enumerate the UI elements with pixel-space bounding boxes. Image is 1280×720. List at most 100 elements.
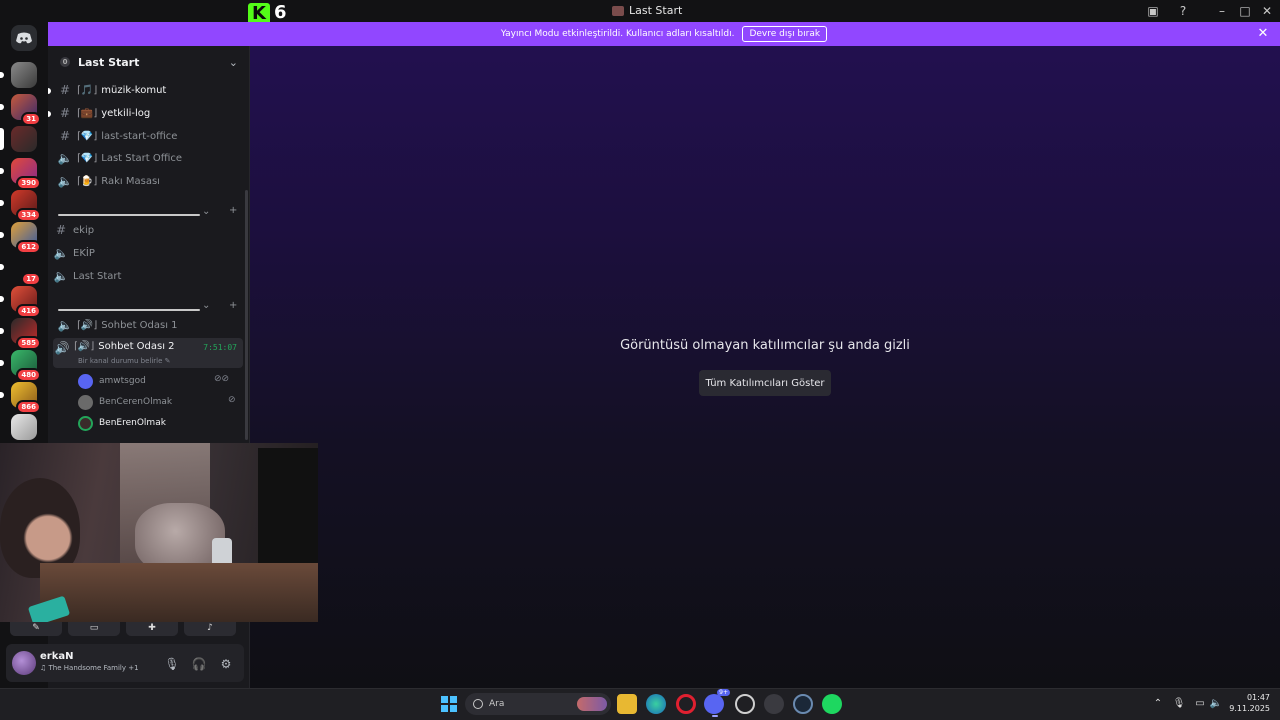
- microphone-tray-icon[interactable]: 🎙: [1172, 697, 1186, 711]
- help-icon[interactable]: ?: [1175, 3, 1191, 19]
- voice-user[interactable]: amwtsgod: [78, 372, 146, 390]
- taskbar-search[interactable]: Ara: [465, 693, 611, 715]
- chevron-down-icon: ⌄: [228, 55, 238, 69]
- server-icon[interactable]: 416: [11, 286, 41, 318]
- banner-text: Yayıncı Modu etkinleştirildi. Kullanıcı …: [500, 29, 735, 39]
- server-icon[interactable]: 585: [11, 318, 41, 350]
- server-icon-last-start[interactable]: [11, 126, 37, 152]
- avatar[interactable]: [12, 651, 36, 675]
- voice-user[interactable]: BenCerenOlmak: [78, 393, 172, 411]
- disable-streamer-mode-button[interactable]: Devre dışı bırak: [742, 26, 828, 42]
- channel-ekip[interactable]: # ekip: [52, 220, 242, 240]
- spotify-icon[interactable]: [822, 694, 842, 714]
- discord-taskbar-icon[interactable]: 9+: [704, 689, 730, 714]
- window-thumbnail-icon: [612, 5, 624, 16]
- server-icon[interactable]: [11, 62, 37, 88]
- display-icon[interactable]: ▭: [1193, 697, 1207, 711]
- channel-status-prompt[interactable]: Bir kanal durumu belirle ✎: [78, 357, 171, 365]
- streamer-mode-banner: Yayıncı Modu etkinleştirildi. Kullanıcı …: [48, 22, 1280, 46]
- avatar: [78, 415, 93, 431]
- text-channel-icon: #: [59, 106, 71, 120]
- voice-channel-ekip[interactable]: 🔈 EKİP: [52, 243, 242, 263]
- server-icon[interactable]: 612: [11, 222, 41, 254]
- voice-channel-last-start[interactable]: 🔈 Last Start: [52, 266, 242, 286]
- camera-off-icon[interactable]: ✎: [10, 622, 62, 636]
- hidden-participants-message: Görüntüsü olmayan katılımcılar şu anda g…: [620, 338, 910, 353]
- muted-icon: ⊘⊘: [214, 374, 230, 384]
- soundboard-icon[interactable]: ♪: [184, 622, 236, 636]
- window-title: Last Start: [612, 4, 682, 17]
- avatar: [78, 394, 93, 410]
- speaker-active-icon: 🔊: [54, 341, 70, 355]
- muted-icon: ⊘: [228, 395, 236, 405]
- chevron-up-icon[interactable]: ⌃: [1151, 697, 1165, 711]
- voice-channel-raki-masasi[interactable]: 🔈 ⌈🍺⌋ Rakı Masası: [56, 171, 246, 191]
- close-window-button[interactable]: ✕: [1259, 3, 1275, 19]
- channel-last-start-office[interactable]: # ⌈💎⌋ last-start-office: [56, 126, 246, 146]
- windows-start-icon[interactable]: [439, 694, 459, 714]
- opera-gx-icon[interactable]: [676, 694, 696, 714]
- user-activity: ♫ The Handsome Family +1: [40, 664, 139, 672]
- category-divider[interactable]: [58, 309, 200, 311]
- user-panel: [6, 644, 244, 682]
- speaker-icon: 🔈: [53, 269, 69, 283]
- chevron-down-icon[interactable]: ⌄: [202, 300, 210, 311]
- chevron-down-icon[interactable]: ⌄: [202, 206, 210, 217]
- channel-yetkili-log[interactable]: # ⌈💼⌋ yetkili-log: [56, 103, 246, 123]
- guild-header[interactable]: 0 Last Start ⌄: [48, 50, 250, 74]
- edge-browser-icon[interactable]: [646, 694, 666, 714]
- voice-controls: ✎ ▭ ✚ ♪: [10, 622, 240, 638]
- active-app-indicator: [712, 715, 718, 717]
- taskbar: [0, 688, 1280, 720]
- banner-close-icon[interactable]: ✕: [1256, 27, 1270, 41]
- text-channel-icon: #: [55, 223, 67, 237]
- category-divider[interactable]: [58, 214, 200, 216]
- inbox-icon[interactable]: ▣: [1145, 3, 1161, 19]
- server-boost-icon: 0: [60, 57, 70, 67]
- server-icon[interactable]: 390: [11, 158, 41, 190]
- sidebar-scrollbar[interactable]: [245, 190, 248, 440]
- server-icon[interactable]: [11, 414, 37, 440]
- voice-channel-last-start-office[interactable]: 🔈 ⌈💎⌋ Last Start Office: [56, 148, 246, 168]
- headphones-icon[interactable]: 🎧: [191, 656, 207, 672]
- music-note-icon: ♫: [40, 664, 49, 672]
- add-channel-icon[interactable]: +: [229, 205, 237, 216]
- text-channel-icon: #: [59, 129, 71, 143]
- add-channel-icon[interactable]: +: [229, 300, 237, 311]
- file-explorer-icon[interactable]: [617, 694, 637, 714]
- pencil-icon: ✎: [164, 357, 171, 365]
- search-icon: [473, 699, 483, 709]
- app-icon[interactable]: [735, 694, 755, 714]
- minimize-button[interactable]: –: [1214, 3, 1230, 19]
- speaker-icon: 🔈: [57, 151, 73, 165]
- voice-user-speaking[interactable]: BenErenOlmak: [78, 414, 166, 432]
- speaker-icon: 🔈: [53, 246, 69, 260]
- server-icon[interactable]: 480: [11, 350, 41, 382]
- system-clock[interactable]: 01:47 9.11.2025: [1226, 692, 1270, 714]
- settings-gear-icon[interactable]: ⚙: [218, 656, 234, 672]
- volume-icon[interactable]: 🔈: [1209, 697, 1223, 711]
- activities-icon[interactable]: ✚: [126, 622, 178, 636]
- channel-muzik-komut[interactable]: # ⌈🎵⌋ müzik-komut: [56, 80, 246, 100]
- window-title-text: Last Start: [629, 4, 683, 17]
- text-channel-icon: #: [59, 83, 71, 97]
- show-all-participants-button[interactable]: Tüm Katılımcıları Göster: [699, 370, 831, 396]
- server-icon[interactable]: 334: [11, 190, 41, 222]
- screen-share-icon[interactable]: ▭: [68, 622, 120, 636]
- maximize-button[interactable]: □: [1237, 3, 1253, 19]
- server-icon[interactable]: 866: [11, 382, 41, 414]
- voice-channel-sohbet-odasi-1[interactable]: 🔈 ⌈🔊⌋ Sohbet Odası 1: [56, 315, 246, 335]
- speaker-icon: 🔈: [57, 318, 73, 332]
- server-icon[interactable]: 31: [11, 94, 41, 126]
- app-icon[interactable]: [764, 694, 784, 714]
- voice-stage: [250, 46, 1280, 688]
- discord-logo-icon: [16, 32, 32, 44]
- user-name: erkaN: [40, 651, 74, 662]
- speaker-icon: 🔈: [57, 174, 73, 188]
- server-icon[interactable]: 17: [11, 254, 41, 286]
- steam-icon[interactable]: [793, 694, 813, 714]
- discord-home-icon[interactable]: [11, 25, 37, 51]
- microphone-icon[interactable]: 🎙: [164, 656, 180, 672]
- voice-timer: 7:51:07: [203, 343, 237, 352]
- search-highlight-icon: [577, 697, 607, 711]
